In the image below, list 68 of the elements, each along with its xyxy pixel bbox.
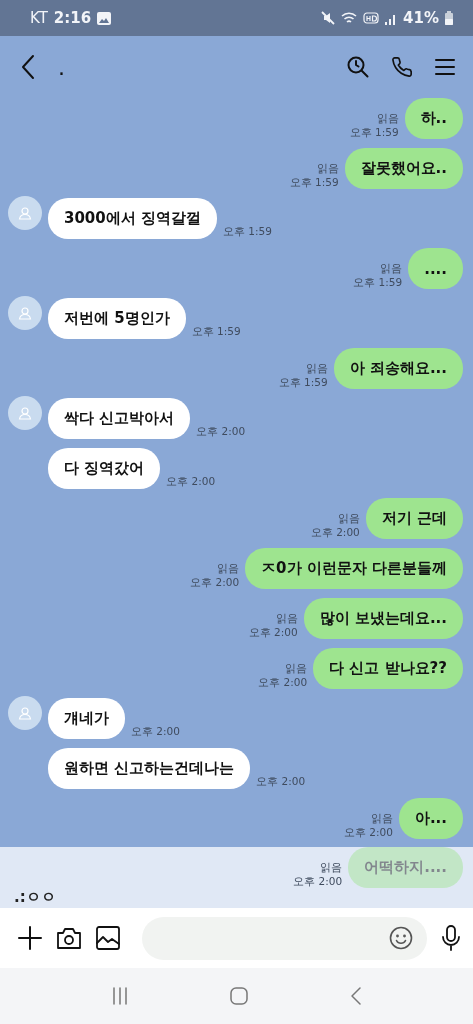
read-receipt: 읽음	[370, 811, 393, 825]
person-icon	[18, 206, 32, 220]
read-receipt: 읽음	[217, 561, 240, 575]
person-icon	[18, 306, 32, 320]
image-icon	[97, 11, 112, 25]
message-time: 오후 2:00	[343, 825, 393, 839]
read-receipt: 읽음	[285, 661, 308, 675]
received-message: 다 징역갔어	[48, 448, 161, 489]
read-receipt: 읽음	[275, 611, 298, 625]
message-time: 오후 2:00	[293, 874, 343, 888]
sent-message: 하..	[404, 98, 463, 139]
message-time: 오후 2:00	[310, 525, 360, 539]
message-time: 오후 1:59	[353, 275, 403, 289]
call-button[interactable]	[391, 56, 413, 78]
message-time: 오후 1:59	[289, 175, 339, 189]
back-button[interactable]	[20, 54, 36, 80]
message-time: 오후 2:00	[248, 625, 298, 639]
sent-message: 어떡하지....	[348, 847, 463, 888]
sent-message: 아...	[398, 798, 463, 839]
message-time: 오후 1:59	[191, 325, 241, 339]
message-time: 오후 2:00	[166, 475, 216, 489]
received-message: 원하면 신고하는건데나는	[48, 748, 251, 789]
sent-message: 많이 보냈는데요...	[303, 598, 463, 639]
message-time: 오후 1:59	[223, 225, 272, 239]
sent-message: 다 신고 받나요??	[313, 648, 463, 689]
read-receipt: 읽음	[376, 111, 399, 125]
sent-message: 저기 근데	[365, 498, 463, 539]
clock: 2:16	[53, 9, 92, 27]
received-message: 3000에서 징역갈껄	[48, 198, 217, 239]
gallery-button[interactable]	[96, 926, 120, 950]
microphone-button[interactable]	[441, 925, 461, 951]
person-icon	[18, 706, 32, 720]
sent-message: ㅈ0가 이런문자 다른분들께	[245, 548, 463, 589]
read-receipt: 읽음	[305, 361, 328, 375]
camera-button[interactable]	[56, 926, 82, 950]
back-nav-button[interactable]	[349, 986, 364, 1006]
message-time: 오후 2:00	[256, 775, 306, 789]
message-input[interactable]	[142, 916, 427, 960]
add-button[interactable]	[18, 926, 42, 950]
read-receipt: 읽음	[320, 860, 343, 874]
battery-icon	[445, 11, 453, 25]
search-button[interactable]	[347, 56, 369, 78]
message-time: 오후 2:00	[196, 425, 246, 439]
received-message: 싹다 신고박아서	[48, 398, 191, 439]
menu-button[interactable]	[435, 58, 455, 76]
sent-message: 아 죄송해요...	[333, 348, 463, 389]
mute-icon	[321, 11, 336, 25]
sent-message: ....	[408, 248, 463, 289]
received-message: 저번에 5명인가	[48, 298, 186, 339]
read-receipt: 읽음	[316, 161, 339, 175]
message-time: 오후 1:59	[349, 125, 399, 139]
hd-icon	[363, 11, 380, 25]
read-receipt: 읽음	[380, 261, 403, 275]
chat-title: .	[58, 54, 66, 80]
message-time: 오후 1:59	[278, 375, 328, 389]
new-message-preview[interactable]: .:ㅇㅇ	[14, 888, 463, 906]
sent-message: 잘못했어요..	[344, 148, 463, 189]
person-icon	[18, 406, 32, 420]
received-message: 걔네가	[48, 698, 125, 739]
message-time: 오후 2:00	[258, 675, 308, 689]
message-time: 오후 2:00	[190, 575, 240, 589]
wifi-icon	[341, 11, 358, 25]
carrier: KT	[30, 9, 48, 27]
message-time: 오후 2:00	[131, 725, 180, 739]
emoji-button[interactable]	[389, 926, 413, 950]
read-receipt: 읽음	[337, 511, 360, 525]
battery-percent: 41%	[403, 9, 439, 27]
home-button[interactable]	[229, 986, 250, 1006]
